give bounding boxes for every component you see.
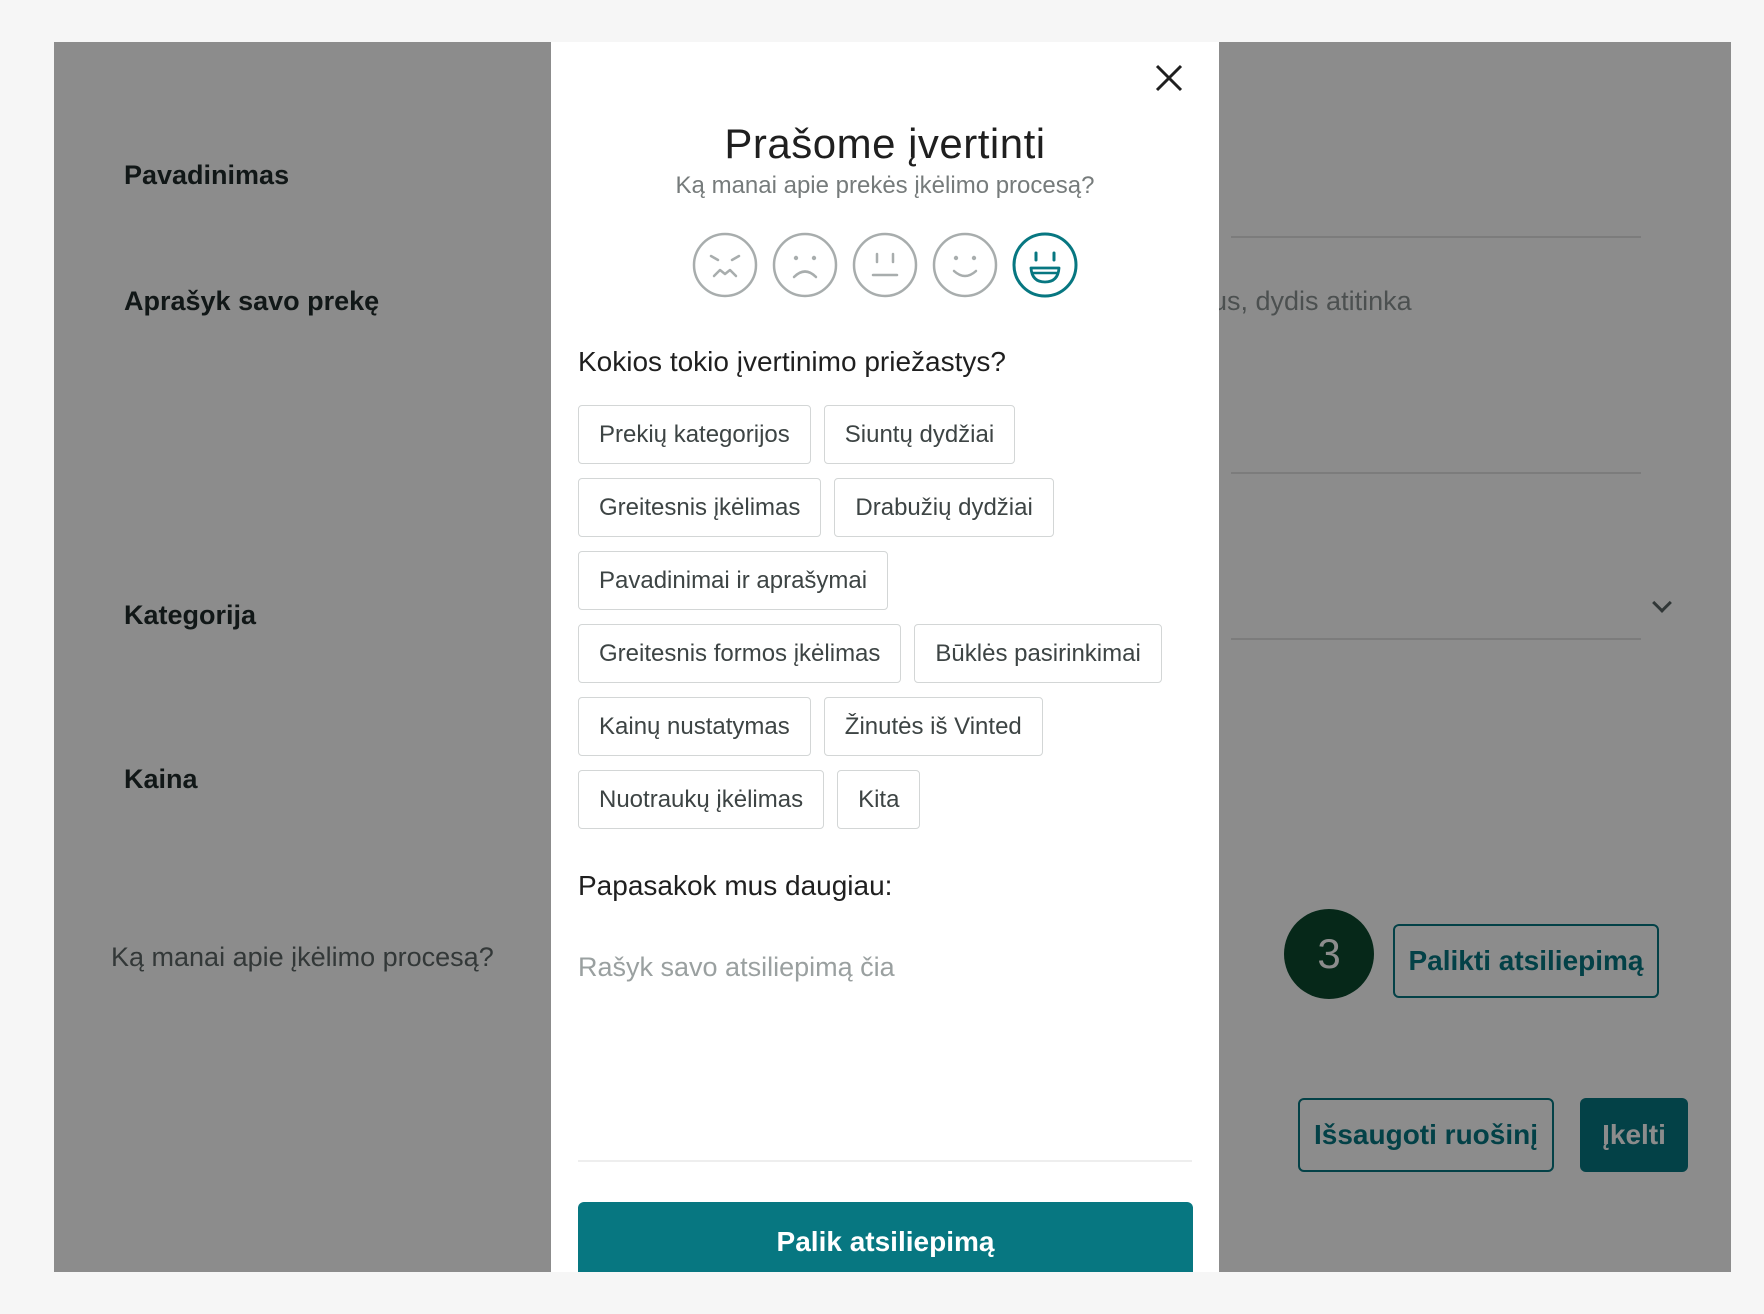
rating-option-1[interactable]: [692, 232, 758, 298]
satisfied-face-icon: [932, 232, 998, 298]
rating-option-4[interactable]: [932, 232, 998, 298]
chip-row: Kainų nustatymas Žinutės iš Vinted: [578, 697, 1198, 756]
reason-chip[interactable]: Prekių kategorijos: [578, 405, 811, 464]
rating-faces: [551, 232, 1219, 298]
modal-title: Prašome įvertinti: [724, 120, 1046, 167]
reasons-heading: Kokios tokio įvertinimo priežastys?: [578, 346, 1006, 377]
modal-subtitle: Ką manai apie prekės įkėlimo procesą?: [675, 172, 1095, 199]
rating-option-2[interactable]: [772, 232, 838, 298]
reason-chip[interactable]: Žinutės iš Vinted: [823, 697, 1043, 756]
rating-option-5[interactable]: [1012, 232, 1078, 298]
reason-chip[interactable]: Greitesnis įkėlimas: [578, 478, 822, 537]
chip-row: Nuotraukų įkėlimas Kita: [578, 770, 1198, 829]
chip-row: Prekių kategorijos Siuntų dydžiai: [578, 405, 1198, 464]
reason-chip[interactable]: Pavadinimai ir aprašymai: [578, 551, 889, 610]
chip-row: Pavadinimai ir aprašymai: [578, 551, 1198, 610]
chip-row: Greitesnis formos įkėlimas Būklės pasiri…: [578, 624, 1198, 683]
close-button[interactable]: [1149, 58, 1189, 98]
reason-chip[interactable]: Greitesnis formos įkėlimas: [578, 624, 902, 683]
very-dissatisfied-face-icon: [692, 232, 758, 298]
reason-chip[interactable]: Nuotraukų įkėlimas: [578, 770, 825, 829]
neutral-face-icon: [852, 232, 918, 298]
dissatisfied-face-icon: [772, 232, 838, 298]
feedback-textarea[interactable]: [578, 952, 1192, 1162]
reason-chip[interactable]: Drabužių dydžiai: [834, 478, 1054, 537]
reason-chip[interactable]: Kita: [837, 770, 921, 829]
submit-feedback-button[interactable]: Palik atsiliepimą: [578, 1202, 1193, 1272]
close-icon: [1155, 64, 1183, 92]
reason-chip[interactable]: Siuntų dydžiai: [823, 405, 1016, 464]
reason-chips: Prekių kategorijos Siuntų dydžiai Greite…: [578, 405, 1198, 843]
chip-row: Greitesnis įkėlimas Drabužių dydžiai: [578, 478, 1198, 537]
reason-chip[interactable]: Kainų nustatymas: [578, 697, 811, 756]
very-satisfied-face-icon: [1012, 232, 1078, 298]
rating-option-3[interactable]: [852, 232, 918, 298]
rating-modal: Prašome įvertinti Ką manai apie prekės į…: [551, 42, 1219, 1272]
more-feedback-heading: Papasakok mus daugiau:: [578, 870, 893, 901]
reason-chip[interactable]: Būklės pasirinkimai: [914, 624, 1162, 683]
